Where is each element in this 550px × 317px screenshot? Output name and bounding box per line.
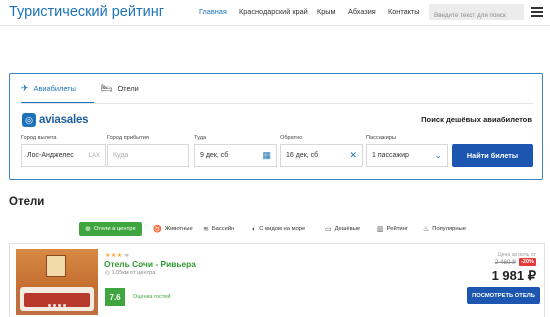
depart-value: 9 дек, сб xyxy=(200,152,229,159)
return-value: 16 дек, сб xyxy=(286,152,319,159)
filter-sea-view-label: С видом на море xyxy=(259,226,306,232)
plane-icon: ✈ xyxy=(21,83,29,93)
tab-hotels-label: Отели xyxy=(117,84,139,93)
chart-icon: ▥ xyxy=(377,226,384,233)
old-price: 2 480 ₽ xyxy=(494,259,516,266)
tab-flights-label: Авиабилеты xyxy=(33,84,76,93)
nav-item-home[interactable]: Главная xyxy=(199,7,227,16)
tabs-divider xyxy=(21,103,533,104)
nav-item-crimea[interactable]: Крым xyxy=(317,7,336,16)
chevron-down-icon: ⌄ xyxy=(434,150,442,160)
filter-pets[interactable]: ♉ Животные xyxy=(153,222,193,236)
hotel-card: ★★★ ᯤ Отель Сочи - Ривьера ◎ 1.05км от ц… xyxy=(9,243,545,317)
hotels-heading: Отели xyxy=(9,196,45,208)
wifi-icon: ᯤ xyxy=(124,253,130,259)
site-search xyxy=(429,4,524,24)
hotel-photo[interactable] xyxy=(16,249,98,315)
wallet-icon: ▭ xyxy=(325,226,332,233)
to-field[interactable]: Куда xyxy=(107,144,189,167)
site-search-input[interactable] xyxy=(429,7,524,24)
bed-icon: 🛏 xyxy=(101,83,113,93)
calendar-icon[interactable]: ▦ xyxy=(262,151,271,160)
filter-pool[interactable]: ≋ Бассейн xyxy=(203,222,234,236)
filter-sea-view[interactable]: ◐ С видом на море xyxy=(252,222,305,236)
passengers-label: Пассажиры xyxy=(366,135,396,141)
flame-icon: ♨ xyxy=(423,226,430,233)
from-code: LAX xyxy=(88,152,100,159)
tab-hotels[interactable]: 🛏 Отели xyxy=(101,84,139,104)
nav-item-krasnodar[interactable]: Краснодарский край xyxy=(239,7,308,16)
menu-icon[interactable] xyxy=(531,7,543,17)
filter-cheap[interactable]: ▭ Дешёвые xyxy=(325,222,360,236)
target-icon: ⊕ xyxy=(85,226,91,233)
flight-search-widget: ✈ Авиабилеты 🛏 Отели ◎ aviasales Поиск д… xyxy=(9,73,543,180)
paw-icon: ♉ xyxy=(153,226,162,233)
filter-popular[interactable]: ♨ Популярные xyxy=(423,222,466,236)
from-value: Лос-Анджелес xyxy=(27,152,74,159)
return-date-field[interactable]: 16 дек, сб ✕ xyxy=(280,144,363,167)
depart-date-field[interactable]: 9 дек, сб ▦ xyxy=(194,144,277,167)
filter-rating-label: Рейтинг xyxy=(386,226,408,232)
nav-item-abkhazia[interactable]: Абхазия xyxy=(348,7,376,16)
filter-popular-label: Популярные xyxy=(432,226,466,232)
sea-view-icon: ◐ xyxy=(252,225,257,233)
filter-rating[interactable]: ▥ Рейтинг xyxy=(377,222,408,236)
from-label: Город вылета xyxy=(21,135,57,141)
depart-label: Туда xyxy=(194,135,207,141)
hotel-distance-text: 1.05км от центра xyxy=(111,270,156,276)
pool-icon: ≋ xyxy=(203,226,209,233)
filter-center-label: Отели в центре xyxy=(93,226,136,232)
aviasales-logo-text: aviasales xyxy=(39,113,89,126)
filter-pets-label: Животные xyxy=(164,226,193,232)
filter-pool-label: Бассейн xyxy=(211,226,235,232)
find-tickets-button[interactable]: Найти билеты xyxy=(452,144,533,167)
hotel-distance: ◎ 1.05км от центра xyxy=(105,270,155,276)
widget-title: Поиск дешёвых авиабилетов xyxy=(421,115,532,124)
rating-score: 7.6 xyxy=(105,288,125,306)
aviasales-logo-icon: ◎ xyxy=(22,112,36,127)
rating-label: Оценка гостей xyxy=(133,294,171,300)
site-header: Туристический рейтинг Главная Краснодарс… xyxy=(0,0,550,26)
filter-center[interactable]: ⊕ Отели в центре xyxy=(79,222,142,236)
nav-item-contacts[interactable]: Контакты xyxy=(388,7,420,16)
to-placeholder: Куда xyxy=(113,152,129,159)
view-hotel-button[interactable]: ПОСМОТРЕТЬ ОТЕЛЬ xyxy=(467,287,540,304)
aviasales-logo: ◎ aviasales xyxy=(22,112,89,127)
clear-icon[interactable]: ✕ xyxy=(349,151,357,160)
filter-cheap-label: Дешёвые xyxy=(334,226,361,232)
hotel-stars: ★★★ xyxy=(105,253,123,259)
site-title[interactable]: Туристический рейтинг xyxy=(9,4,164,20)
from-field[interactable]: Лос-Анджелес LAX xyxy=(21,144,106,167)
discount-badge: -20% xyxy=(518,258,536,266)
passengers-value: 1 пассажир xyxy=(372,152,409,159)
return-label: Обратно xyxy=(280,135,303,141)
hotel-price: 1 981 ₽ xyxy=(491,268,536,283)
hotel-name[interactable]: Отель Сочи - Ривьера xyxy=(104,259,196,269)
tab-flights[interactable]: ✈ Авиабилеты xyxy=(21,84,94,104)
to-label: Город прибытия xyxy=(107,135,149,141)
photo-carousel-dots[interactable] xyxy=(48,304,68,307)
passengers-select[interactable]: 1 пассажир ⌄ xyxy=(366,144,448,167)
